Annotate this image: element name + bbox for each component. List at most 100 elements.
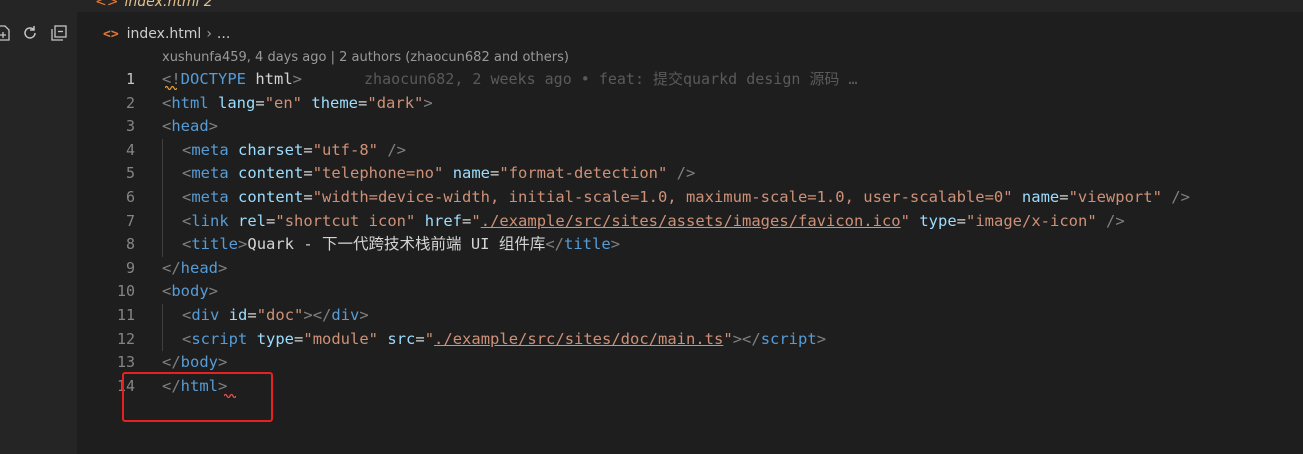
- token-tag: title: [564, 235, 611, 254]
- token-string: ": [424, 329, 435, 348]
- token-punct: <: [162, 282, 172, 301]
- token-punct: =: [490, 164, 500, 183]
- line-number: 2: [125, 93, 135, 112]
- token-punct: <: [182, 305, 192, 324]
- html-file-icon: <>: [103, 26, 119, 42]
- code-editor[interactable]: <> index.html › ... xushunfa459, 4 days …: [77, 12, 1303, 454]
- token-tag: body: [180, 353, 218, 372]
- token-tag: title: [191, 235, 239, 254]
- token-punct: ></: [732, 329, 761, 348]
- token-punct: >: [208, 117, 219, 136]
- token-string: "module": [303, 329, 379, 348]
- token-punct: />: [1161, 187, 1190, 206]
- html-file-icon: <>: [95, 0, 119, 10]
- token-punct: </: [162, 353, 181, 372]
- line-number: 9: [125, 258, 135, 277]
- indent-guide: [162, 209, 182, 234]
- line-number: 11: [116, 305, 135, 324]
- token-tag: meta: [191, 140, 229, 159]
- line-number: 4: [125, 140, 135, 159]
- token-string: "doc": [256, 305, 304, 324]
- token-punct: =: [247, 305, 257, 324]
- token-punct: ></: [303, 305, 332, 324]
- token-punct: =: [266, 211, 276, 230]
- token-tag: html: [171, 93, 209, 112]
- token-tag: div: [191, 305, 220, 324]
- token-attr: name: [1021, 187, 1060, 206]
- token-punct: >: [218, 258, 228, 277]
- line-number: 7: [125, 211, 135, 230]
- token-punct: =: [462, 211, 472, 230]
- token-string: "telephone=no": [312, 164, 444, 183]
- token-tag: script: [191, 329, 248, 348]
- new-file-icon[interactable]: [0, 22, 14, 44]
- indent-guide: [162, 233, 182, 257]
- line-number: 10: [116, 282, 135, 301]
- token-punct: =: [415, 329, 425, 348]
- code-line-1: <!DOCTYPE html> zhaocun682, 2 weeks ago •…: [162, 68, 1297, 92]
- collapse-all-icon[interactable]: [48, 22, 70, 44]
- code-line-11: <div id="doc"></div>: [162, 303, 1297, 328]
- breadcrumb-file[interactable]: index.html: [127, 26, 202, 42]
- token-tag: head: [171, 117, 209, 136]
- token-punct: <: [162, 93, 172, 112]
- code-line-2: <html lang="en" theme="dark">: [162, 92, 1297, 116]
- token-string: "en": [264, 93, 303, 112]
- favicon-path-link[interactable]: ./example/src/sites/assets/images/favico…: [481, 212, 901, 230]
- red-highlight-box: [122, 372, 273, 422]
- token-punct: =: [303, 187, 313, 206]
- code-line-14: </html>: [162, 375, 1297, 399]
- explorer-sidebar: [0, 0, 77, 454]
- token-punct: >: [208, 282, 219, 301]
- token-punct: <: [182, 329, 192, 348]
- token-attr: id: [228, 305, 248, 324]
- line-number-gutter: 1 2 3 4 5 6 7 8 9 10 11 12 13 14: [77, 68, 135, 398]
- token-string: "utf-8": [312, 140, 379, 159]
- code-line-5: <meta content="telephone=no" name="forma…: [162, 162, 1297, 186]
- token-punct: =: [294, 329, 304, 348]
- token-string: ": [900, 211, 910, 230]
- indent-guide: [162, 327, 182, 352]
- token-punct: </: [162, 258, 181, 277]
- token-attr: type: [256, 329, 295, 348]
- code-line-7: <link rel="shortcut icon" href="./exampl…: [162, 209, 1297, 234]
- code-line-12: <script type="module" src="./example/src…: [162, 327, 1297, 352]
- token-attr: rel: [238, 211, 267, 230]
- token-attr: type: [919, 211, 957, 230]
- token-punct: </: [545, 235, 565, 254]
- error-squiggle: [165, 85, 177, 90]
- token-string: "viewport": [1068, 187, 1162, 206]
- indent-guide: [162, 138, 182, 163]
- main-ts-path-link[interactable]: ./example/src/sites/doc/main.ts: [434, 330, 723, 348]
- token-attr: href: [424, 211, 463, 230]
- token-text: Quark - 下一代跨技术栈前端 UI 组件库: [247, 235, 546, 254]
- code-line-3: <head>: [162, 115, 1297, 139]
- token-tag: link: [191, 211, 229, 230]
- breadcrumb: <> index.html › ...: [103, 24, 230, 44]
- token-punct: =: [1059, 187, 1069, 206]
- git-codelens[interactable]: xushunfa459, 4 days ago | 2 authors (zha…: [162, 50, 569, 65]
- indent-guide: [162, 185, 182, 210]
- indent-guide: [162, 303, 182, 328]
- git-blame-annotation: zhaocun682, 2 weeks ago • feat: 提交quarkd…: [364, 70, 858, 88]
- token-punct: <: [182, 187, 192, 206]
- refresh-icon[interactable]: [19, 22, 41, 44]
- token-attr: lang: [218, 93, 256, 112]
- chevron-right-icon: ›: [206, 26, 212, 42]
- token-string: "dark": [367, 93, 424, 112]
- breadcrumb-more[interactable]: ...: [217, 26, 230, 42]
- token-punct: =: [303, 164, 313, 183]
- token-punct: =: [956, 211, 966, 230]
- token-attr: content: [238, 164, 304, 183]
- token-attr: src: [387, 329, 416, 348]
- token-string: ": [471, 211, 481, 230]
- token-tag: head: [180, 258, 218, 277]
- code-line-13: </body>: [162, 351, 1297, 375]
- tab-index-html[interactable]: <> index.html 2: [95, 0, 213, 10]
- token-punct: =: [358, 93, 368, 112]
- token-punct: >: [816, 329, 827, 348]
- token-punct: <: [182, 140, 192, 159]
- token-punct: =: [255, 93, 265, 112]
- indent-guide: [162, 162, 182, 186]
- token-punct: <: [182, 211, 192, 230]
